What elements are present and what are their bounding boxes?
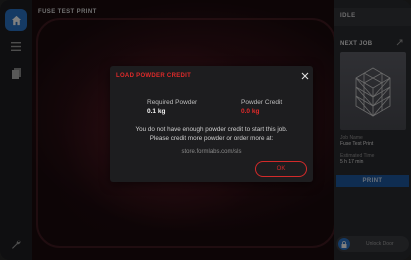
- store-link[interactable]: store.formlabs.com/sls: [110, 149, 313, 155]
- powder-credit-value: 0.0 kg: [241, 108, 260, 115]
- app-window: FUSE TEST PRINT IDLE NEXT JOB Job Name: [0, 0, 411, 260]
- dialog-message-line2: Please credit more powder or order more …: [149, 135, 274, 142]
- close-icon[interactable]: [301, 72, 309, 80]
- powder-credit-dialog: LOAD POWDER CREDIT Required Powder 0.1 k…: [110, 66, 313, 182]
- ok-button[interactable]: OK: [255, 161, 307, 177]
- required-powder-label: Required Powder: [147, 99, 198, 106]
- dialog-message-line1: You do not have enough powder credit to …: [135, 126, 288, 133]
- powder-credit-label: Powder Credit: [241, 99, 283, 106]
- required-powder-value: 0.1 kg: [147, 108, 166, 115]
- dialog-title: LOAD POWDER CREDIT: [116, 73, 192, 79]
